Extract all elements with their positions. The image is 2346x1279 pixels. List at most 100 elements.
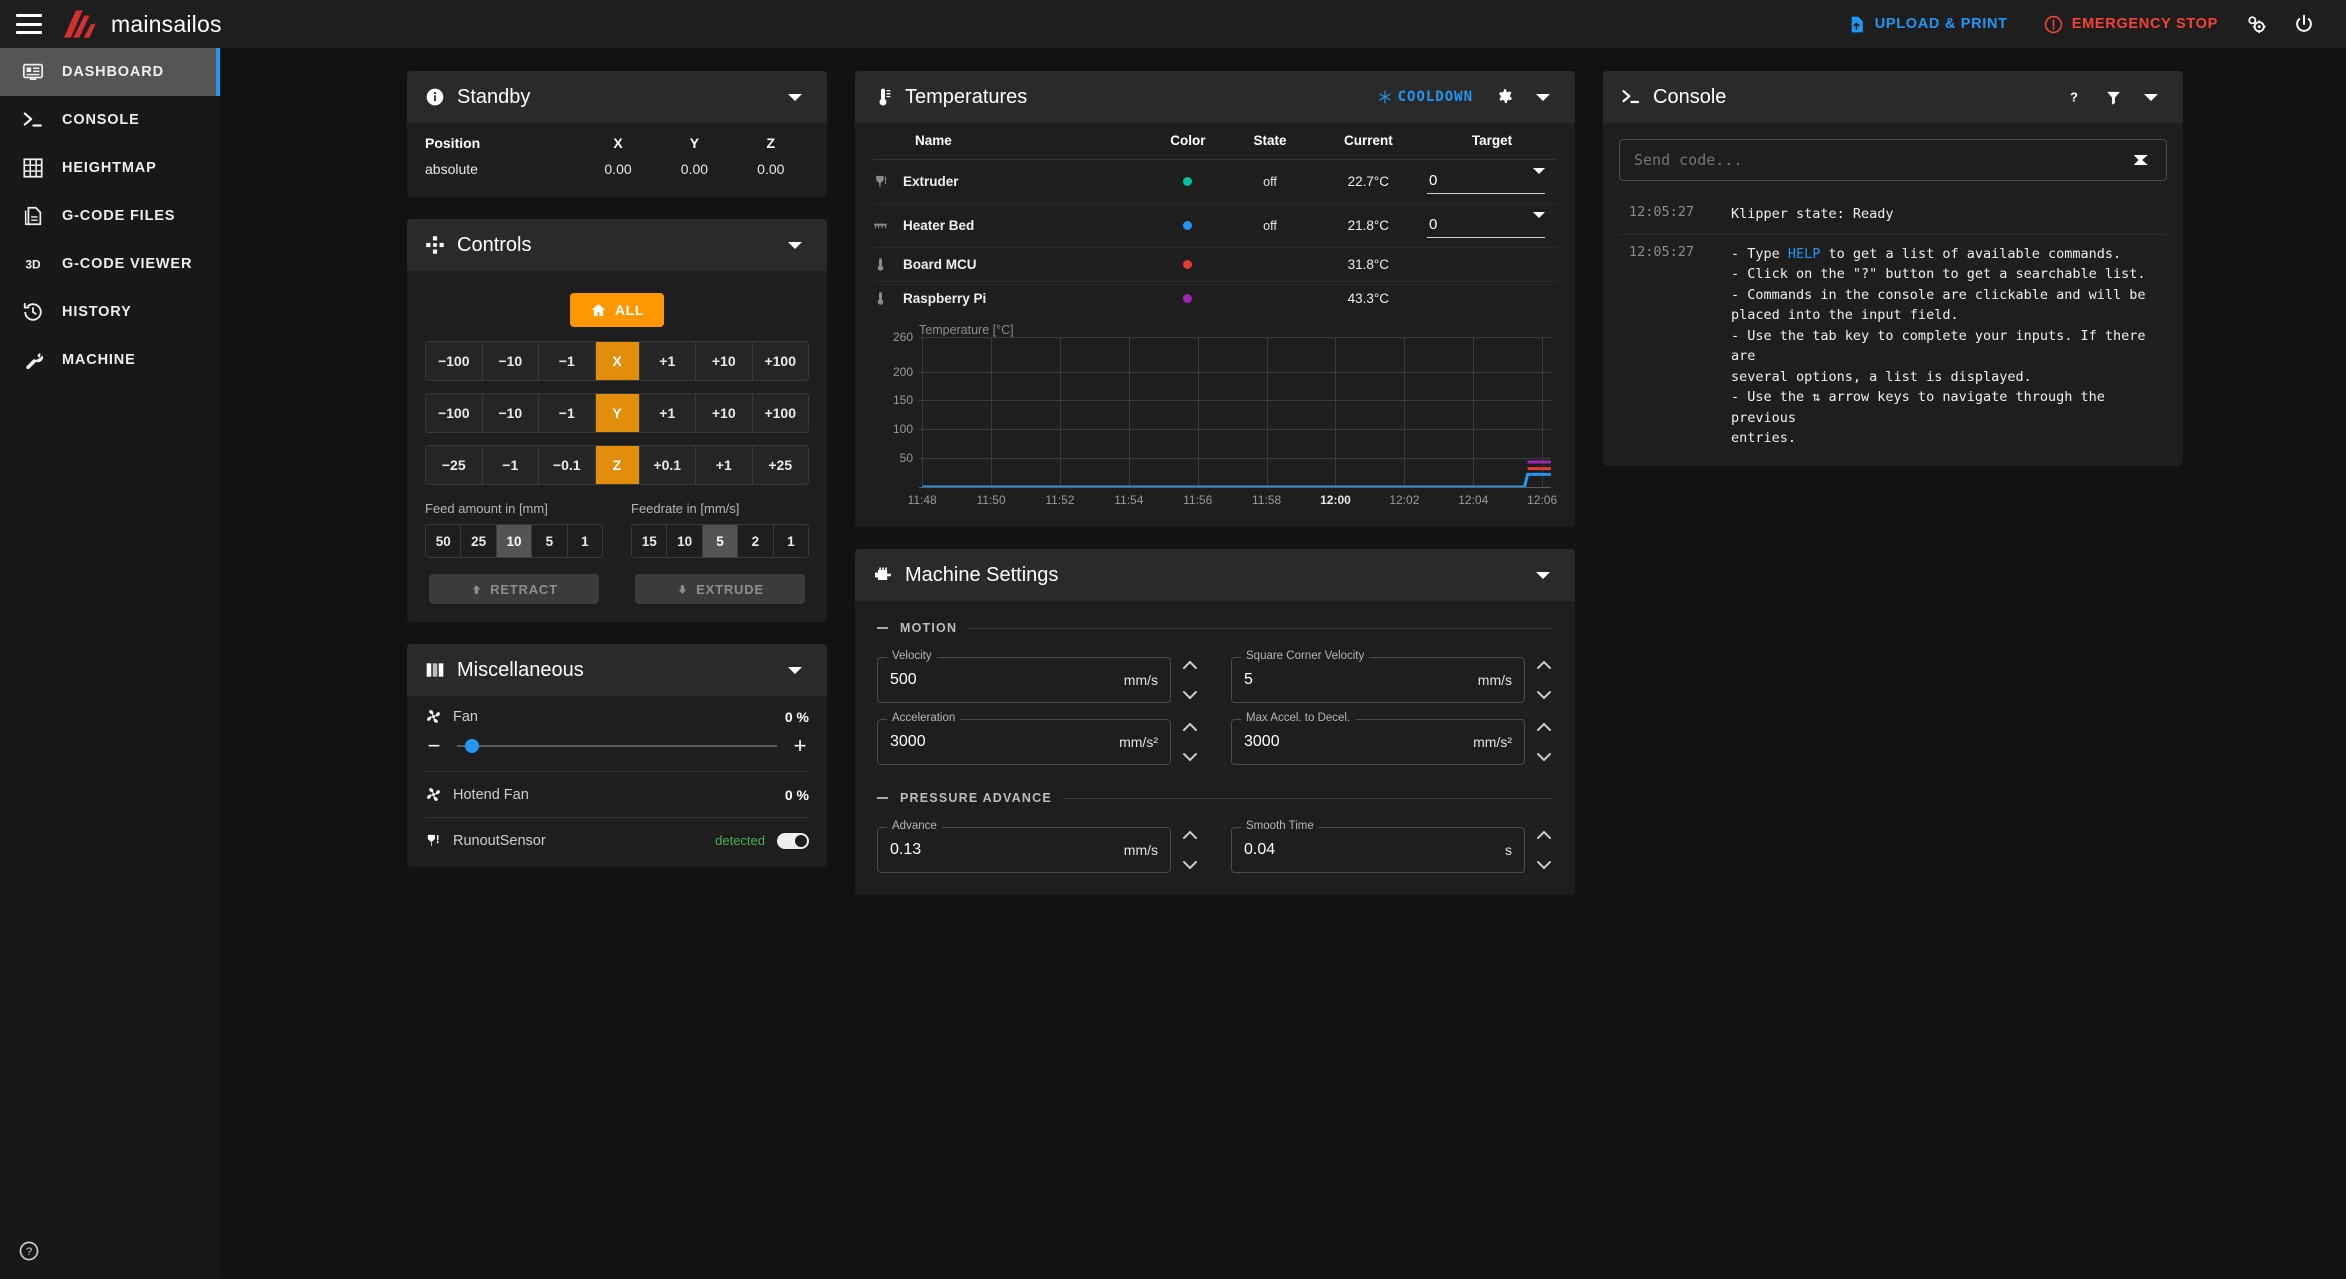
acceleration-increase-button[interactable] (1181, 722, 1199, 732)
fan-slider[interactable] (457, 739, 777, 753)
table-row[interactable]: Raspberry Pi 43.3°C (873, 282, 1557, 316)
console-help-command[interactable]: HELP (1788, 246, 1821, 262)
fan-increase-button[interactable]: + (791, 735, 809, 757)
smooth-time-increase-button[interactable] (1535, 830, 1553, 840)
fan-decrease-button[interactable]: − (425, 735, 443, 757)
chevron-down-icon[interactable] (1533, 212, 1545, 218)
sidebar-item-machine[interactable]: MACHINE (0, 336, 220, 384)
feedrate-1[interactable]: 1 (773, 525, 808, 557)
svg-text:3D: 3D (25, 258, 41, 272)
acceleration-field[interactable]: Acceleration 3000 mm/s² (877, 712, 1171, 765)
move-z-minus-25[interactable]: −25 (426, 446, 483, 484)
settings-button[interactable] (2232, 5, 2280, 43)
console-line[interactable]: 12:05:27 - Type HELP to get a list of av… (1619, 235, 2167, 458)
advance-field[interactable]: Advance 0.13 mm/s (877, 820, 1171, 873)
home-all-button[interactable]: ALL (569, 293, 665, 327)
move-x-minus-1[interactable]: −1 (539, 342, 596, 380)
runout-sensor-toggle[interactable] (777, 832, 809, 849)
move-y-plus-10[interactable]: +10 (696, 394, 753, 432)
move-z-minus-1[interactable]: −1 (482, 446, 539, 484)
console-help-button[interactable]: ? (2056, 82, 2092, 112)
feedrate-5[interactable]: 5 (702, 525, 739, 557)
chevron-down-icon[interactable] (1533, 168, 1545, 174)
feed-amount-10[interactable]: 10 (496, 525, 533, 557)
help-button[interactable]: ? (18, 1240, 40, 1267)
move-x-plus-10[interactable]: +10 (696, 342, 753, 380)
controls-collapse-button[interactable] (779, 236, 811, 255)
move-y-minus-10[interactable]: −10 (482, 394, 539, 432)
feedrate-10[interactable]: 10 (667, 525, 703, 557)
feedrate-2[interactable]: 2 (738, 525, 774, 557)
move-y-plus-1[interactable]: +1 (639, 394, 696, 432)
fan-slider-thumb[interactable] (465, 739, 479, 753)
feed-amount-25[interactable]: 25 (461, 525, 497, 557)
feedrate-15[interactable]: 15 (632, 525, 668, 557)
position-x: 0.00 (604, 161, 632, 177)
move-z-plus-0-1[interactable]: +0.1 (639, 446, 696, 484)
move-z-minus-0-1[interactable]: −0.1 (539, 446, 596, 484)
sidebar-item-console[interactable]: CONSOLE (0, 96, 220, 144)
section-header-pressure-advance[interactable]: PRESSURE ADVANCE (877, 791, 1553, 805)
axis-label-x[interactable]: X (595, 342, 640, 380)
console-input[interactable] (1619, 139, 2167, 181)
sidebar-item-dashboard[interactable]: DASHBOARD (0, 48, 220, 96)
axis-label-z[interactable]: Z (595, 446, 640, 484)
heater-bed-target-input[interactable] (1427, 213, 1545, 238)
sidebar-item-heightmap[interactable]: HEIGHTMAP (0, 144, 220, 192)
cooldown-button[interactable]: COOLDOWN (1368, 83, 1483, 111)
velocity-decrease-button[interactable] (1181, 690, 1199, 700)
max-accel-decrease-button[interactable] (1535, 752, 1553, 762)
miscellaneous-collapse-button[interactable] (779, 661, 811, 680)
right-column: Console ? Send code... 12:05:27 Klipper … (1603, 71, 2183, 488)
feed-amount-5[interactable]: 5 (532, 525, 568, 557)
smooth-time-field[interactable]: Smooth Time 0.04 s (1231, 820, 1525, 873)
sidebar-item-gcode-viewer[interactable]: 3D G-CODE VIEWER (0, 240, 220, 288)
temperatures-settings-button[interactable] (1487, 82, 1523, 112)
max-accel-increase-button[interactable] (1535, 722, 1553, 732)
move-z-plus-1[interactable]: +1 (696, 446, 753, 484)
standby-collapse-button[interactable] (779, 88, 811, 107)
axis-label-y[interactable]: Y (595, 394, 640, 432)
retract-button[interactable]: RETRACT (429, 574, 599, 604)
move-x-plus-100[interactable]: +100 (752, 342, 808, 380)
console-send-button[interactable] (2131, 150, 2153, 175)
table-row[interactable]: Heater Bed off 21.8°C (873, 203, 1557, 248)
feed-amount-50[interactable]: 50 (426, 525, 462, 557)
home-all-label: ALL (614, 302, 645, 318)
feed-amount-1[interactable]: 1 (567, 525, 602, 557)
console-filter-button[interactable] (2096, 83, 2131, 112)
sidebar-item-history[interactable]: HISTORY (0, 288, 220, 336)
console-collapse-button[interactable] (2135, 88, 2167, 107)
move-x-minus-10[interactable]: −10 (482, 342, 539, 380)
table-row[interactable]: Extruder off 22.7°C (873, 159, 1557, 204)
power-button[interactable] (2280, 5, 2328, 43)
advance-increase-button[interactable] (1181, 830, 1199, 840)
move-x-plus-1[interactable]: +1 (639, 342, 696, 380)
extrude-button[interactable]: EXTRUDE (635, 574, 805, 604)
field-unit: mm/s (1477, 672, 1512, 688)
console-line[interactable]: 12:05:27 Klipper state: Ready (1619, 195, 2167, 235)
sidebar-item-gcode-files[interactable]: G-CODE FILES (0, 192, 220, 240)
max-accel-to-decel-field[interactable]: Max Accel. to Decel. 3000 mm/s² (1231, 712, 1525, 765)
emergency-stop-button[interactable]: EMERGENCY STOP (2030, 7, 2232, 42)
upload-and-print-button[interactable]: UPLOAD & PRINT (1833, 7, 2022, 42)
velocity-increase-button[interactable] (1181, 660, 1199, 670)
temperatures-collapse-button[interactable] (1527, 88, 1559, 107)
extruder-target-input[interactable] (1427, 169, 1545, 194)
move-z-plus-25[interactable]: +25 (752, 446, 808, 484)
move-y-minus-100[interactable]: −100 (426, 394, 483, 432)
hamburger-icon[interactable] (16, 14, 42, 34)
square-corner-velocity-increase-button[interactable] (1535, 660, 1553, 670)
advance-decrease-button[interactable] (1181, 860, 1199, 870)
square-corner-velocity-decrease-button[interactable] (1535, 690, 1553, 700)
move-y-plus-100[interactable]: +100 (752, 394, 808, 432)
section-header-motion[interactable]: MOTION (877, 621, 1553, 635)
move-y-minus-1[interactable]: −1 (539, 394, 596, 432)
smooth-time-decrease-button[interactable] (1535, 860, 1553, 870)
acceleration-decrease-button[interactable] (1181, 752, 1199, 762)
move-x-minus-100[interactable]: −100 (426, 342, 483, 380)
square-corner-velocity-field[interactable]: Square Corner Velocity 5 mm/s (1231, 650, 1525, 703)
machine-settings-collapse-button[interactable] (1527, 566, 1559, 585)
velocity-field[interactable]: Velocity 500 mm/s (877, 650, 1171, 703)
table-row[interactable]: Board MCU 31.8°C (873, 247, 1557, 282)
